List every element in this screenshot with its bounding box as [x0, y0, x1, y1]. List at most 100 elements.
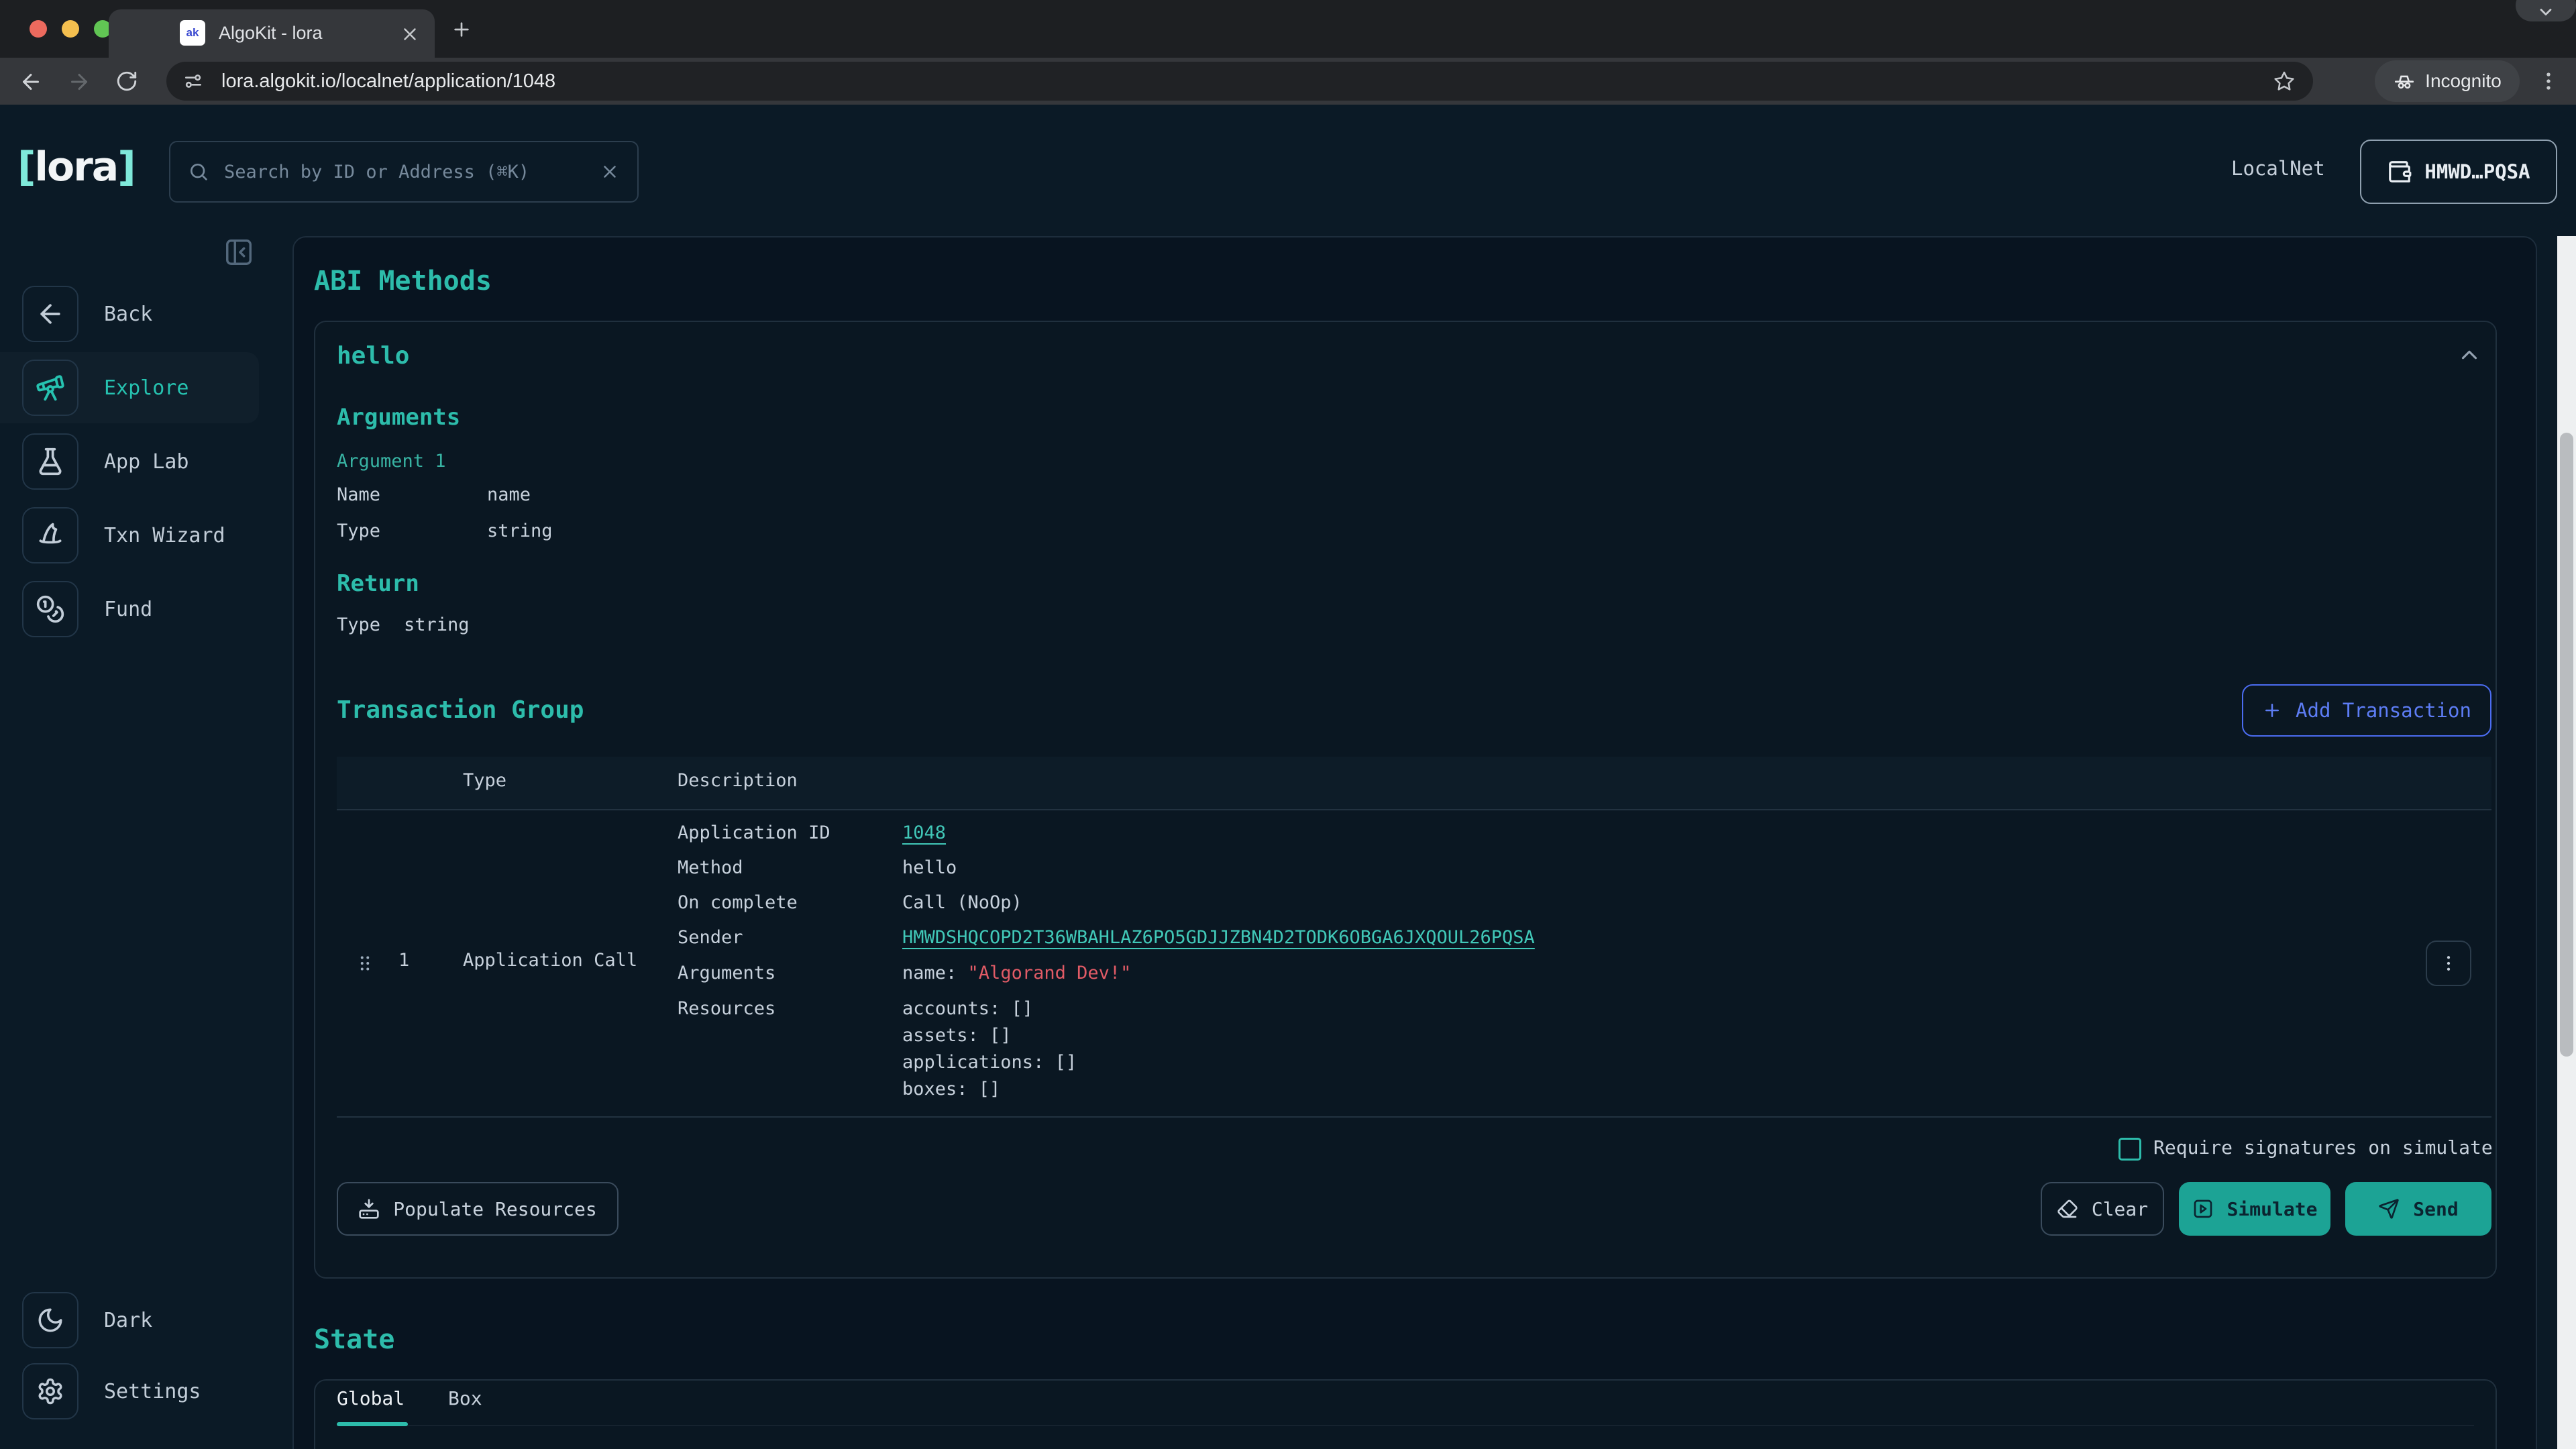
row-menu-button[interactable]: [2426, 941, 2471, 986]
resource-assets: assets: []: [902, 1025, 1012, 1046]
app-id-link[interactable]: 1048: [902, 822, 946, 843]
sidebar-item-label: Settings: [104, 1380, 201, 1403]
browser-tab-strip: ak AlgoKit - lora: [0, 0, 2576, 58]
field-label: Method: [678, 857, 743, 878]
square-play-icon: [2192, 1198, 2214, 1220]
moon-icon: [22, 1292, 78, 1348]
active-tab-underline: [337, 1422, 408, 1426]
field-label: On complete: [678, 892, 798, 913]
simulate-button[interactable]: Simulate: [2179, 1182, 2330, 1236]
sidebar-item-back[interactable]: Back: [0, 278, 259, 350]
logo-bracket-left: [: [17, 144, 34, 191]
scrollbar-thumb[interactable]: [2560, 433, 2573, 1057]
bookmark-star-icon[interactable]: [2273, 70, 2296, 93]
arg-name-key: Name: [337, 484, 380, 505]
reload-icon[interactable]: [115, 70, 138, 93]
table-bottom-divider: [337, 1116, 2491, 1118]
argument-string-value: "Algorand Dev!": [968, 963, 1132, 983]
table-header: [337, 757, 2491, 810]
logo-name: lora: [34, 144, 117, 191]
return-heading: Return: [337, 570, 419, 597]
state-card: [314, 1379, 2497, 1449]
arg-type-value: string: [487, 521, 553, 541]
sidebar-item-label: Back: [104, 303, 152, 326]
require-signatures-checkbox[interactable]: [2118, 1138, 2141, 1161]
wallet-button[interactable]: HMWD…PQSA: [2360, 140, 2557, 204]
logo-bracket-right: ]: [117, 144, 134, 191]
sidebar-collapse-icon[interactable]: [223, 237, 254, 268]
col-description: Description: [678, 770, 798, 791]
sidebar-item-fund[interactable]: Fund: [0, 574, 259, 645]
collapse-chevron-up-icon[interactable]: [2457, 342, 2482, 368]
search-box[interactable]: [169, 141, 639, 203]
sidebar-item-settings[interactable]: Settings: [0, 1356, 259, 1427]
return-type-key: Type: [337, 614, 380, 635]
drag-handle-icon[interactable]: [354, 952, 376, 975]
sidebar-item-app-lab[interactable]: App Lab: [0, 426, 259, 497]
sidebar-item-txn-wizard[interactable]: Txn Wizard: [0, 500, 259, 571]
arg-name-value: name: [487, 484, 531, 505]
resource-accounts: accounts: []: [902, 998, 1033, 1019]
network-label[interactable]: LocalNet: [2231, 157, 2325, 180]
method-name: hello: [337, 342, 409, 370]
populate-resources-icon: [358, 1198, 380, 1220]
state-title: State: [314, 1324, 394, 1355]
resource-applications: applications: []: [902, 1052, 1077, 1073]
site-settings-icon[interactable]: [182, 70, 204, 92]
simulate-label: Simulate: [2227, 1198, 2318, 1220]
search-icon: [188, 161, 209, 182]
flask-icon: [22, 433, 78, 490]
col-type: Type: [463, 770, 506, 791]
url-text: lora.algokit.io/localnet/application/104…: [221, 70, 2273, 93]
address-bar[interactable]: lora.algokit.io/localnet/application/104…: [166, 62, 2313, 101]
sidebar-item-label: Explore: [104, 376, 189, 400]
require-signatures-label: Require signatures on simulate: [2153, 1136, 2493, 1159]
browser-toolbar: lora.algokit.io/localnet/application/104…: [0, 58, 2576, 105]
sidebar-item-label: Fund: [104, 598, 152, 621]
incognito-label: Incognito: [2425, 70, 2502, 92]
clear-button[interactable]: Clear: [2041, 1182, 2164, 1236]
field-label: Application ID: [678, 822, 830, 843]
wizard-hat-icon: [22, 507, 78, 564]
search-input[interactable]: [223, 161, 586, 183]
new-tab-button[interactable]: [451, 19, 472, 40]
transaction-group-heading: Transaction Group: [337, 696, 584, 724]
sidebar-item-explore[interactable]: Explore: [0, 352, 259, 423]
window-close-button[interactable]: [30, 20, 47, 38]
app-logo[interactable]: [lora]: [17, 144, 135, 191]
coins-icon: [22, 581, 78, 637]
send-button[interactable]: Send: [2345, 1182, 2491, 1236]
tab-search-chevron[interactable]: [2516, 0, 2576, 21]
forward-icon[interactable]: [67, 70, 91, 94]
method-value: hello: [902, 857, 957, 878]
field-label: Sender: [678, 927, 743, 948]
sidebar-item-label: App Lab: [104, 450, 189, 474]
wallet-label: HMWD…PQSA: [2424, 160, 2530, 183]
screen: ak AlgoKit - lora lora.algokit.io/loc: [0, 0, 2576, 1449]
back-icon[interactable]: [19, 70, 43, 94]
arguments-value: name: "Algorand Dev!": [902, 963, 1131, 983]
oncomplete-value: Call (NoOp): [902, 892, 1022, 913]
sender-link[interactable]: HMWDSHQCOPD2T36WBAHLAZ6PO5GDJJZBN4D2TODK…: [902, 927, 1535, 948]
tab-global[interactable]: Global: [337, 1387, 405, 1409]
row-index: 1: [398, 950, 409, 971]
populate-resources-label: Populate Resources: [393, 1198, 596, 1220]
arg-type-key: Type: [337, 521, 380, 541]
tab-box[interactable]: Box: [448, 1387, 482, 1409]
populate-resources-button[interactable]: Populate Resources: [337, 1182, 619, 1236]
tabs-divider: [337, 1425, 2474, 1426]
field-label: Resources: [678, 998, 775, 1019]
return-type-value: string: [404, 614, 470, 635]
browser-tab[interactable]: ak AlgoKit - lora: [109, 9, 435, 58]
plus-icon: [2262, 700, 2282, 720]
gear-icon: [22, 1363, 78, 1419]
window-minimize-button[interactable]: [62, 20, 79, 38]
search-clear-icon[interactable]: [600, 162, 620, 182]
tab-close-icon[interactable]: [400, 24, 420, 44]
send-label: Send: [2413, 1198, 2458, 1220]
add-transaction-button[interactable]: Add Transaction: [2242, 684, 2491, 737]
tab-title: AlgoKit - lora: [219, 23, 323, 44]
browser-menu-icon[interactable]: [2537, 70, 2560, 93]
sidebar-item-label: Txn Wizard: [104, 524, 225, 547]
sidebar-item-theme-dark[interactable]: Dark: [0, 1285, 259, 1356]
